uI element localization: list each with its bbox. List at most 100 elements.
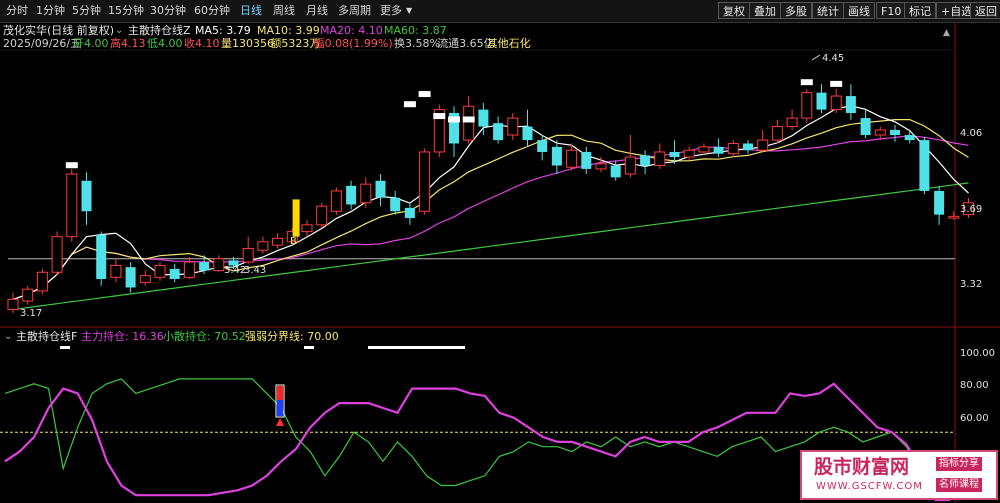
signal-bar-red — [277, 386, 283, 400]
low-price-marker-2: 3.43 — [244, 265, 267, 276]
candle-body — [669, 151, 680, 158]
candle-body — [316, 205, 328, 226]
price-tick-low: 3.32 — [960, 279, 983, 290]
osc-tick-80: 80.00 — [960, 380, 989, 391]
candle-body — [7, 298, 19, 311]
candle-body — [890, 129, 900, 136]
candle-body — [683, 149, 695, 158]
bottom-indicator-name[interactable]: 主散持仓线F — [16, 331, 77, 343]
candle-body — [537, 140, 548, 152]
candle-body — [743, 143, 753, 151]
chart-canvas — [0, 22, 1000, 503]
candle-body — [110, 264, 122, 278]
watermark-url: WWW.GSCFW.COM — [816, 481, 923, 492]
peak-marker — [800, 79, 813, 86]
watermark-tag-1: 指标分享 — [936, 457, 982, 471]
peak-marker — [65, 162, 78, 169]
peak-marker — [830, 80, 843, 87]
signal-bar-blue — [277, 400, 283, 416]
peak-marker — [448, 116, 460, 123]
candle-body — [125, 267, 136, 288]
candle-body — [845, 96, 856, 113]
candle-body — [904, 135, 915, 141]
candle-body — [566, 149, 578, 168]
candle-body — [199, 262, 210, 271]
candle-body — [698, 146, 710, 153]
candle-body — [301, 224, 313, 233]
candle-body — [272, 237, 284, 246]
candle-body — [830, 95, 842, 111]
osc-tick-60: 60.00 — [960, 413, 989, 424]
price-tick-mid: 3.69 — [960, 204, 983, 215]
peak-marker — [462, 116, 475, 123]
main-position-label: 主力持仓: 16.36 — [81, 330, 164, 343]
candle-body — [874, 129, 886, 136]
candle-body — [330, 190, 342, 212]
candle-body — [493, 123, 504, 141]
candle-body — [154, 264, 166, 278]
up-arrow-icon — [276, 418, 284, 426]
peak-marker — [403, 101, 416, 108]
candle-body — [786, 117, 798, 128]
header-mark-wide — [368, 346, 465, 349]
price-tick-high: 4.06 — [960, 128, 983, 139]
candle-body — [66, 173, 78, 238]
watermark-title: 股市财富网 — [814, 456, 910, 478]
candle-body — [463, 105, 475, 141]
candle-body — [478, 109, 489, 127]
candle-body — [713, 146, 724, 154]
candle-body — [96, 234, 107, 280]
candle-body — [610, 165, 621, 178]
high-marker-arrow — [811, 54, 821, 61]
candle-body — [727, 142, 739, 155]
bottom-indicator-chevron-icon[interactable]: ⌄ — [4, 331, 12, 343]
candle-body — [169, 268, 180, 280]
candle-body — [801, 92, 813, 119]
candle-body — [595, 163, 607, 170]
buy-signal-label: B — [290, 236, 297, 247]
candle-body — [919, 140, 930, 191]
candle-body — [390, 197, 401, 212]
candle-body — [640, 155, 651, 166]
site-watermark: 股市财富网 WWW.GSCFW.COM 指标分享 名师课程 — [800, 450, 998, 500]
low-price-marker-1: 3.42 — [224, 265, 247, 276]
candle-body — [654, 151, 666, 167]
candle-body — [507, 117, 519, 136]
candle-body — [624, 156, 636, 175]
candle-body — [404, 207, 415, 219]
candle-body — [934, 190, 945, 215]
candle-body — [948, 215, 960, 219]
candle-body — [139, 275, 151, 283]
candle-body — [346, 185, 357, 205]
threshold-label: 强弱分界线: 70.00 — [245, 330, 339, 343]
candle-body — [81, 180, 92, 212]
highlight-candle — [292, 199, 300, 237]
peak-marker — [433, 113, 446, 120]
header-mark — [304, 346, 314, 349]
candle-body — [757, 139, 769, 151]
candle-body — [522, 126, 533, 141]
candle-body — [771, 126, 783, 141]
peak-marker — [418, 91, 431, 98]
header-mark — [60, 346, 70, 349]
candle-body — [257, 241, 269, 251]
candle-body — [360, 183, 372, 204]
ma60-line — [12, 182, 969, 311]
candle-body — [375, 180, 386, 198]
candle-body — [213, 258, 225, 272]
candle-body — [183, 261, 195, 278]
start-price-marker: 3.17 — [20, 308, 43, 319]
candle-body — [551, 146, 562, 166]
candle-body — [242, 248, 254, 263]
candle-body — [419, 151, 431, 212]
retail-position-label: 小散持仓: 70.52 — [163, 330, 246, 343]
high-price-marker: 4.45 — [822, 53, 845, 64]
candle-body — [860, 118, 871, 136]
candle-body — [22, 288, 34, 302]
candle-body — [51, 236, 63, 273]
osc-tick-100: 100.00 — [960, 348, 995, 359]
candle-body — [36, 271, 48, 292]
candle-body — [581, 151, 592, 169]
watermark-tag-2: 名师课程 — [936, 478, 982, 492]
candle-body — [816, 92, 827, 110]
